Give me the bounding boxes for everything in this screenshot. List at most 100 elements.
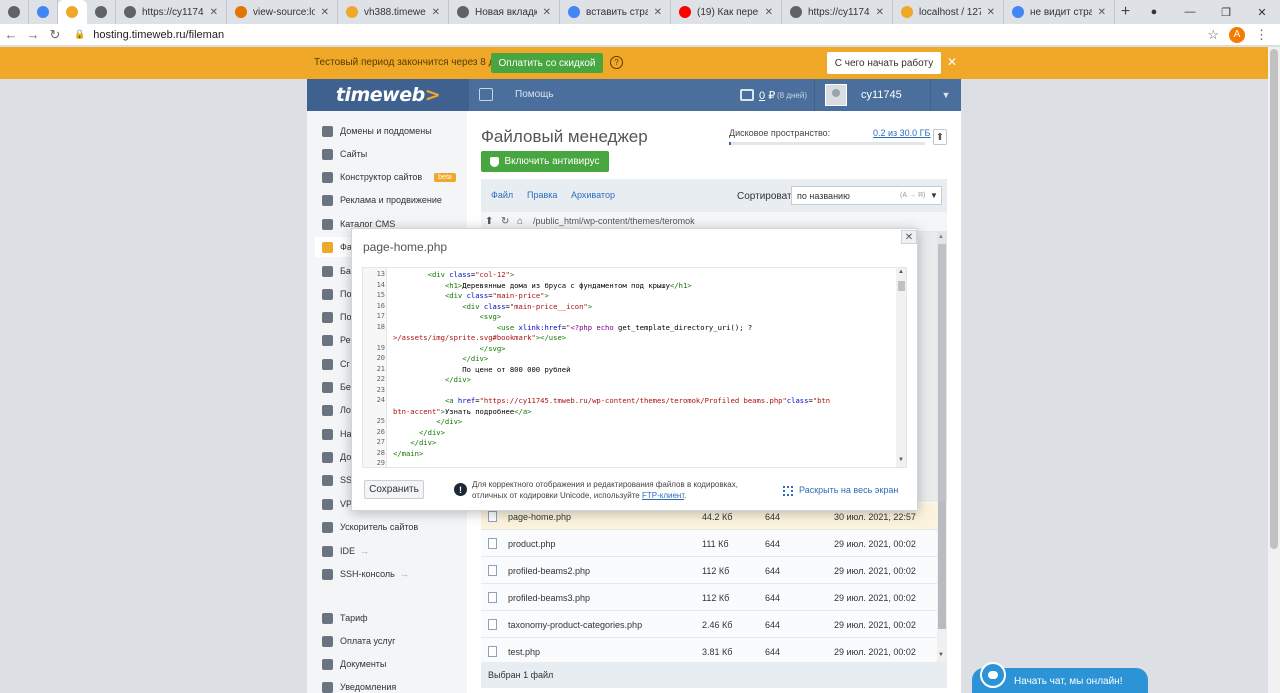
browser-tab[interactable] bbox=[0, 0, 29, 24]
file-row[interactable]: taxonomy-product-categories.php 2.46 Кб 64… bbox=[481, 611, 937, 638]
close-icon[interactable]: ✕ bbox=[901, 230, 917, 244]
upgrade-disk-icon[interactable]: ⬆ bbox=[933, 129, 947, 145]
pay-discount-button[interactable]: Оплатить со скидкой bbox=[491, 53, 603, 73]
page-scrollbar-thumb[interactable] bbox=[1270, 49, 1278, 549]
url-field[interactable]: 🔒 hosting.timeweb.ru/fileman bbox=[74, 29, 224, 41]
browser-tab[interactable]: localhost / 127.0.0.✕ bbox=[893, 0, 1004, 24]
scroll-up-icon[interactable]: ▲ bbox=[898, 269, 904, 275]
sidebar-item[interactable]: Оплата услуг bbox=[322, 633, 395, 649]
sidebar-item[interactable]: До bbox=[322, 449, 351, 465]
chevron-down-icon[interactable]: ▼ bbox=[930, 79, 961, 111]
close-banner-icon[interactable]: ✕ bbox=[947, 55, 957, 69]
sidebar-item[interactable]: По bbox=[322, 286, 351, 302]
sidebar-item[interactable]: IDE → bbox=[322, 543, 369, 559]
close-window-icon[interactable]: ✕ bbox=[1244, 0, 1280, 24]
code-line: >/assets/img/sprite.svg#bookmark"></use> bbox=[393, 333, 567, 342]
tab-close-icon[interactable]: ✕ bbox=[648, 7, 662, 18]
file-row[interactable]: test.php 3.81 Кб 644 29 июл. 2021, 00:02 bbox=[481, 638, 937, 665]
fullscreen-icon[interactable] bbox=[783, 486, 793, 496]
help-link[interactable]: Помощь bbox=[515, 89, 554, 100]
user-menu[interactable]: cy11745 bbox=[814, 79, 928, 111]
sidebar-item[interactable]: Уведомления bbox=[322, 679, 396, 693]
sidebar-item-label: Ускоритель сайтов bbox=[340, 522, 419, 532]
sidebar-item[interactable]: Документы bbox=[322, 656, 386, 672]
balance-days: (8 дней) bbox=[777, 91, 808, 100]
sidebar-item[interactable]: Ло bbox=[322, 402, 351, 418]
chat-widget[interactable]: Начать чат, мы онлайн! bbox=[972, 662, 1148, 693]
sidebar-item[interactable]: Бе bbox=[322, 379, 351, 395]
browser-tab[interactable]: вставить страниц✕ bbox=[560, 0, 671, 24]
browser-tab[interactable]: https://cy11745.tm✕ bbox=[116, 0, 227, 24]
file-row[interactable]: product.php 111 Кб 644 29 июл. 2021, 00:02 bbox=[481, 530, 937, 557]
sidebar-item[interactable]: Реклама и продвижение bbox=[322, 192, 442, 208]
sidebar-item[interactable]: Конструктор сайтов beta bbox=[322, 169, 456, 185]
code-editor[interactable]: 13 <div class="col-12"> 14 <h1>Деревянные… bbox=[362, 267, 907, 468]
sidebar-item-icon bbox=[322, 288, 333, 300]
help-circle-icon[interactable]: ? bbox=[610, 56, 623, 69]
browser-tab[interactable]: не видит страниц✕ bbox=[1004, 0, 1115, 24]
refresh-icon[interactable]: ↻ bbox=[501, 216, 509, 227]
sidebar-item[interactable]: SSH-консоль → bbox=[322, 566, 409, 582]
arrow-up-icon[interactable]: ⬆ bbox=[485, 216, 493, 227]
tab-close-icon[interactable]: ✕ bbox=[870, 7, 884, 18]
code-line: </svg> bbox=[479, 343, 506, 353]
scroll-down-icon[interactable]: ▼ bbox=[898, 457, 904, 463]
sidebar-item[interactable]: Ре bbox=[322, 332, 351, 348]
save-button[interactable]: Сохранить bbox=[364, 480, 424, 499]
new-tab-button[interactable]: + bbox=[1115, 0, 1136, 24]
browser-menu-icon[interactable]: ⋮ bbox=[1255, 27, 1268, 43]
file-row[interactable]: profiled-beams3.php 112 Кб 644 29 июл. 2021… bbox=[481, 584, 937, 611]
tab-close-icon[interactable]: ✕ bbox=[1092, 7, 1106, 18]
sidebar-item[interactable]: Сайты bbox=[322, 146, 367, 162]
scroll-down-icon[interactable]: ▼ bbox=[938, 652, 944, 658]
balance[interactable]: 0 ₽ bbox=[759, 89, 775, 102]
menu-edit[interactable]: Правка bbox=[527, 190, 557, 200]
menu-file[interactable]: Файл bbox=[491, 190, 513, 200]
browser-tab[interactable]: view-source:localh✕ bbox=[227, 0, 338, 24]
home-icon[interactable]: ⌂ bbox=[517, 216, 523, 227]
browser-tab[interactable]: Новая вкладка✕ bbox=[449, 0, 560, 24]
tab-search-icon[interactable]: ● bbox=[1136, 0, 1172, 24]
sidebar-item[interactable]: Ускоритель сайтов bbox=[322, 519, 418, 535]
tab-close-icon[interactable]: ✕ bbox=[204, 7, 218, 18]
tab-close-icon[interactable]: ✕ bbox=[759, 7, 773, 18]
restore-icon[interactable]: ❐ bbox=[1208, 0, 1244, 24]
tab-close-icon[interactable]: ✕ bbox=[315, 7, 329, 18]
sidebar-item[interactable]: На bbox=[322, 426, 352, 442]
tab-close-icon[interactable]: ✕ bbox=[426, 7, 440, 18]
logo[interactable]: timeweb> bbox=[307, 79, 469, 111]
profile-avatar[interactable]: A bbox=[1229, 26, 1245, 43]
tab-close-icon[interactable]: ✕ bbox=[981, 7, 995, 18]
browser-tab[interactable] bbox=[29, 0, 58, 24]
enable-antivirus-button[interactable]: Включить антивирус bbox=[481, 151, 609, 172]
code-line: </div> bbox=[410, 438, 437, 447]
browser-tab[interactable]: vh388.timeweb.ru✕ bbox=[338, 0, 449, 24]
fullscreen-link[interactable]: Раскрыть на весь экран bbox=[799, 485, 898, 495]
forward-icon[interactable]: → bbox=[22, 27, 44, 42]
menu-archiver[interactable]: Архиватор bbox=[571, 190, 615, 200]
file-row[interactable]: profiled-beams2.php 112 Кб 644 29 июл. 2021… bbox=[481, 557, 937, 584]
tab-close-icon[interactable]: ✕ bbox=[537, 7, 551, 18]
help-book-icon[interactable] bbox=[479, 88, 493, 101]
browser-tab[interactable] bbox=[58, 0, 87, 24]
reload-icon[interactable]: ↻ bbox=[44, 27, 66, 43]
ftp-client-link[interactable]: FTP-клиент bbox=[642, 491, 684, 500]
back-icon[interactable]: ← bbox=[0, 27, 22, 42]
sidebar-item[interactable]: По bbox=[322, 309, 351, 325]
bookmark-star-icon[interactable]: ☆ bbox=[1207, 27, 1219, 43]
browser-tab[interactable]: (19) Как перенест✕ bbox=[671, 0, 782, 24]
page-scrollbar[interactable] bbox=[1268, 47, 1280, 693]
sidebar-item[interactable]: Тариф bbox=[322, 610, 368, 626]
sidebar-item[interactable]: Ба bbox=[322, 263, 351, 279]
minimize-icon[interactable]: — bbox=[1172, 0, 1208, 24]
editor-scrollbar-thumb[interactable] bbox=[898, 281, 905, 291]
sort-select[interactable]: по названию (А → Я) ▼ bbox=[791, 186, 942, 205]
editor-scrollbar[interactable]: ▲ ▼ bbox=[896, 268, 906, 467]
sidebar-item[interactable]: Сг bbox=[322, 356, 350, 372]
getting-started-button[interactable]: С чего начать работу bbox=[827, 52, 941, 74]
file-name: profiled-beams2.php bbox=[508, 566, 591, 576]
sidebar-item[interactable]: Домены и поддомены bbox=[322, 123, 432, 139]
browser-tab[interactable]: https://cy11745.tm✕ bbox=[782, 0, 893, 24]
browser-tab[interactable] bbox=[87, 0, 116, 24]
disk-space-value[interactable]: 0.2 из 30.0 ГБ bbox=[873, 128, 930, 138]
